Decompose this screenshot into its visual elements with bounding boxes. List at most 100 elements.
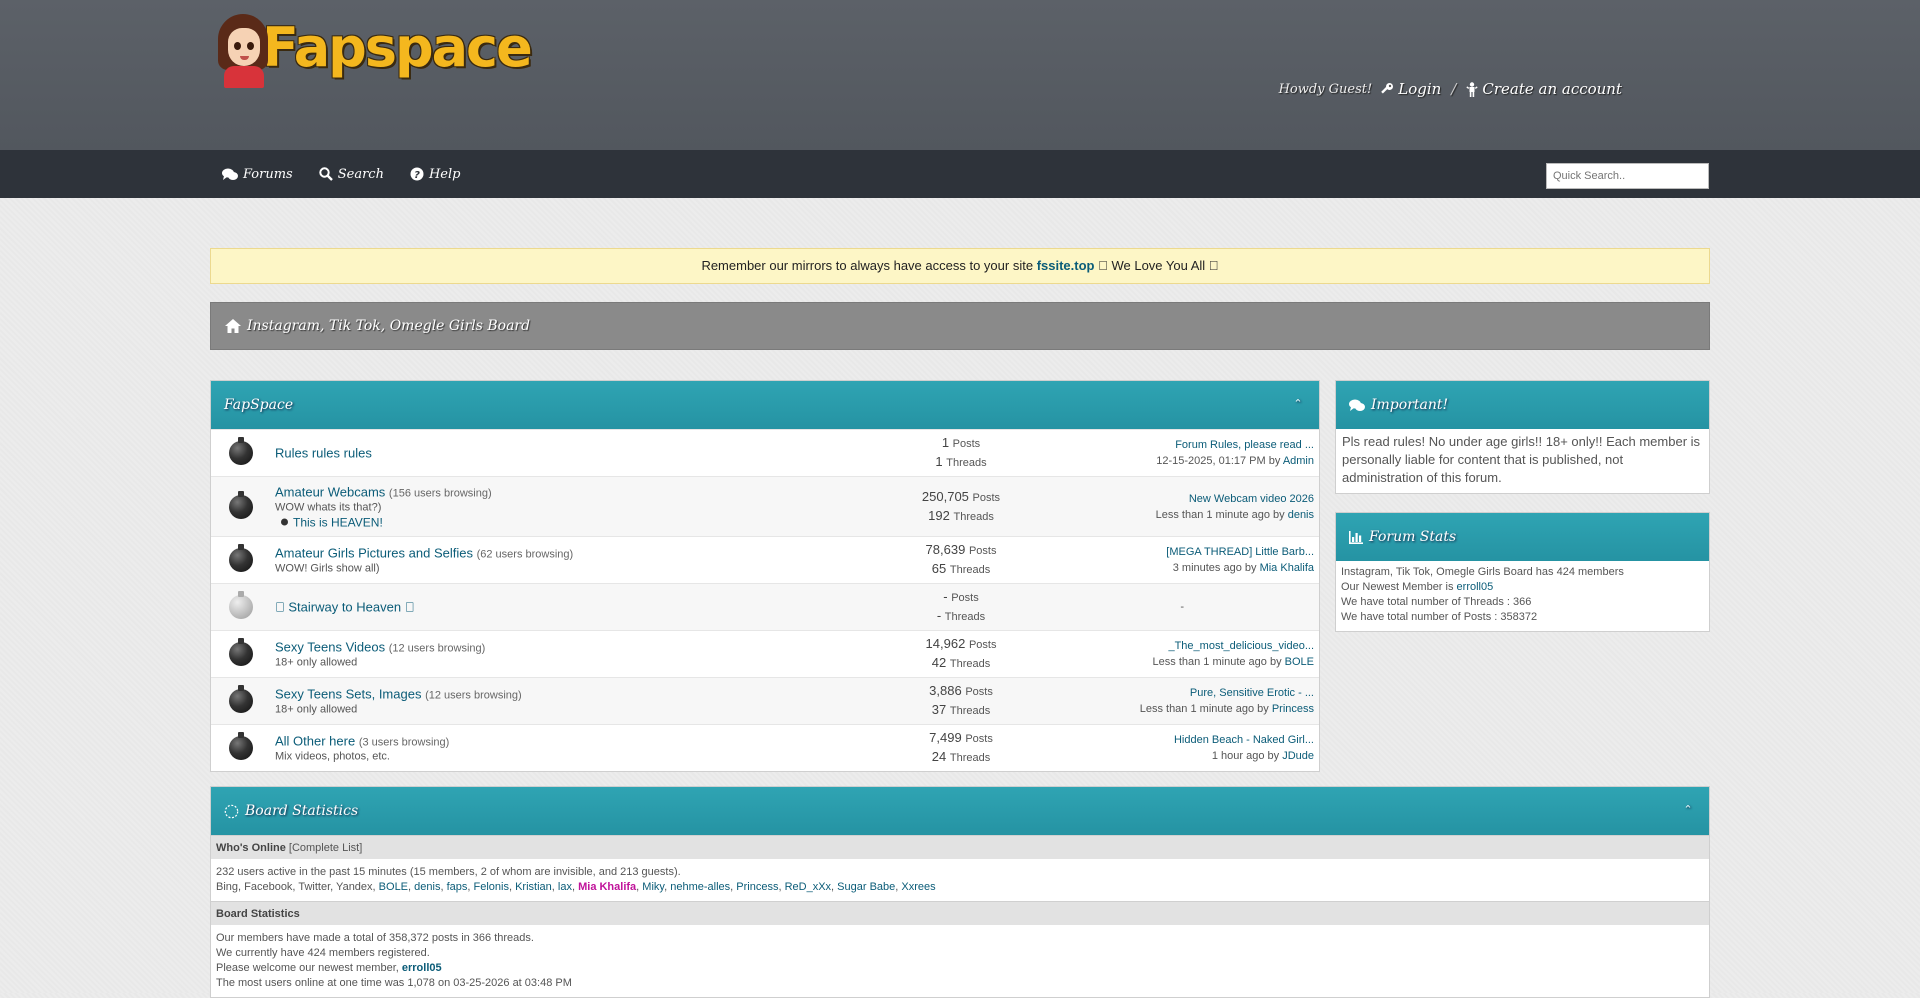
last-post-time: 1 hour ago by: [1211, 750, 1280, 762]
last-post-link[interactable]: Hidden Beach - Naked Girl...: [1174, 734, 1314, 746]
notice-mirror-link[interactable]: fssite.top: [1037, 258, 1095, 273]
subforum-link[interactable]: This is HEAVEN!: [293, 515, 383, 529]
online-user-link[interactable]: nehme-alles: [670, 881, 730, 893]
last-post: Hidden Beach - Naked Girl... 1 hour ago …: [1174, 732, 1314, 764]
posts-count: 7,499: [929, 730, 962, 745]
last-post: _The_most_delicious_video... Less than 1…: [1153, 638, 1314, 670]
last-post-time: 3 minutes ago by: [1172, 562, 1257, 574]
nav-forums[interactable]: Forums: [222, 167, 293, 182]
logo-text: Fapspace: [262, 15, 533, 79]
last-post-link[interactable]: Forum Rules, please read ...: [1175, 439, 1314, 451]
most-online-line: The most users online at one time was 1,…: [216, 977, 572, 989]
collapse-chevron-icon[interactable]: ⌃: [1291, 397, 1305, 411]
forum-title-link[interactable]: Sexy Teens Sets, Images: [275, 687, 421, 702]
spinner-icon: [224, 804, 239, 818]
breadcrumb: Instagram, Tik Tok, Omegle Girls Board: [210, 302, 1710, 350]
online-user-link[interactable]: Miky: [642, 881, 664, 893]
home-icon[interactable]: [225, 319, 241, 333]
bar-chart-icon: [1349, 530, 1363, 544]
nav-search-label: Search: [337, 166, 384, 182]
nav-help[interactable]: ? Help: [410, 167, 460, 182]
last-post-user[interactable]: BOLE: [1285, 656, 1314, 668]
forum-title-link[interactable]:   Stairway to Heaven  : [275, 600, 414, 615]
important-body: Pls read rules! No under age girls!! 18+…: [1342, 434, 1701, 485]
online-user-link[interactable]: Felonis: [474, 881, 509, 893]
online-user-link[interactable]: faps: [447, 881, 468, 893]
online-user-link[interactable]: Kristian: [515, 881, 552, 893]
forum-description: 18+ only allowed: [275, 703, 358, 716]
forum-icon: [229, 490, 253, 519]
online-user-link[interactable]: BOLE: [379, 881, 408, 893]
forum-row: Amateur Webcams (156 users browsing) WOW…: [211, 476, 1319, 536]
key-icon: [1381, 83, 1394, 94]
online-user-link[interactable]: Sugar Babe: [837, 881, 895, 893]
quick-search-input[interactable]: [1546, 163, 1709, 189]
board-statistics-body: Our members have made a total of 358,372…: [211, 925, 1709, 997]
forum-category-box: FapSpace ⌃ Rules rules rules 1 Posts 1 T…: [210, 380, 1320, 772]
subforum-item[interactable]: This is HEAVEN!: [275, 515, 492, 529]
create-account-link[interactable]: Create an account: [1466, 80, 1622, 98]
active-users-line: 232 users active in the past 15 minutes …: [216, 866, 681, 878]
stats-newest-member-link[interactable]: erroll05: [1457, 581, 1494, 593]
last-post: [MEGA THREAD] Little Barb... 3 minutes a…: [1166, 544, 1314, 576]
threads-label: Threads: [949, 705, 991, 717]
online-user-link[interactable]: Princess: [736, 881, 778, 893]
category-title[interactable]: FapSpace: [224, 397, 293, 413]
forum-stats: 14,962 Posts 42 Threads: [901, 635, 1021, 673]
last-post-user[interactable]: Princess: [1272, 703, 1314, 715]
online-user-link[interactable]: Xxrees: [901, 881, 935, 893]
members-registered-line: We currently have 424 members registered…: [216, 947, 430, 959]
last-post-time: Less than 1 minute ago by: [1152, 656, 1282, 668]
forum-stats: 78,639 Posts 65 Threads: [901, 541, 1021, 579]
important-panel: Important! Pls read rules! No under age …: [1335, 380, 1710, 494]
posts-count: 78,639: [925, 542, 966, 557]
login-link[interactable]: Login: [1380, 80, 1441, 98]
newest-member-link[interactable]: erroll05: [402, 962, 442, 974]
important-header: Important!: [1336, 381, 1709, 429]
threads-label: Threads: [944, 611, 986, 623]
last-post-user[interactable]: JDude: [1282, 750, 1314, 762]
forum-title-link[interactable]: Rules rules rules: [275, 446, 372, 461]
last-post: -: [1180, 599, 1184, 615]
last-post-user[interactable]: Admin: [1283, 455, 1314, 467]
forum-title-link[interactable]: Amateur Webcams: [275, 484, 385, 499]
nav-search[interactable]: Search: [319, 167, 384, 182]
forum-icon: [229, 544, 253, 572]
last-post-link[interactable]: New Webcam video 2026: [1189, 493, 1314, 505]
last-post-user[interactable]: Mia Khalifa: [1260, 562, 1314, 574]
mirror-notice: Remember our mirrors to always have acce…: [210, 248, 1710, 284]
last-post-link[interactable]: [MEGA THREAD] Little Barb...: [1166, 546, 1314, 558]
threads-count: 65: [931, 561, 947, 576]
online-user-link[interactable]: lax: [558, 881, 572, 893]
forum-row: Sexy Teens Videos (12 users browsing) 18…: [211, 630, 1319, 677]
last-post-user[interactable]: denis: [1288, 509, 1314, 521]
forum-description: WOW whats its that?): [275, 501, 382, 513]
stats-threads-line: We have total number of Threads : 366: [1341, 596, 1532, 608]
threads-count: 42: [931, 655, 947, 670]
forum-title-link[interactable]: Amateur Girls Pictures and Selfies: [275, 546, 473, 561]
forum-row: Amateur Girls Pictures and Selfies (62 u…: [211, 536, 1319, 583]
last-post: New Webcam video 2026 Less than 1 minute…: [1156, 491, 1314, 523]
forum-icon: [229, 437, 253, 465]
site-logo[interactable]: Fapspace: [218, 14, 533, 88]
last-post-link[interactable]: _The_most_delicious_video...: [1168, 640, 1314, 652]
forum-stats-body: Instagram, Tik Tok, Omegle Girls Board h…: [1336, 561, 1709, 631]
whos-online-subheader: Who's Online [Complete List]: [211, 835, 1709, 859]
forum-stats-header: Forum Stats: [1336, 513, 1709, 561]
complete-list-link[interactable]: [Complete List]: [289, 842, 362, 854]
forum-title-link[interactable]: Sexy Teens Videos: [275, 640, 385, 655]
forum-stats: 1 Posts 1 Threads: [901, 434, 1021, 472]
online-user-link[interactable]: Mia Khalifa: [578, 881, 636, 893]
online-user-link[interactable]: denis: [414, 881, 440, 893]
forum-row: Rules rules rules 1 Posts 1 Threads Foru…: [211, 429, 1319, 476]
users-browsing: (3 users browsing): [358, 736, 450, 749]
nav-forums-label: Forums: [243, 166, 293, 182]
posts-count: 14,962: [925, 636, 966, 651]
breadcrumb-title[interactable]: Instagram, Tik Tok, Omegle Girls Board: [247, 318, 530, 334]
forum-title-link[interactable]: All Other here: [275, 734, 355, 749]
last-post-time: Less than 1 minute ago by: [1139, 703, 1269, 715]
collapse-chevron-icon[interactable]: ⌃: [1681, 803, 1695, 817]
last-post-link[interactable]: Pure, Sensitive Erotic - ...: [1190, 687, 1314, 699]
forum-row: All Other here (3 users browsing) Mix vi…: [211, 724, 1319, 771]
online-user-link[interactable]: ReD_xXx: [785, 881, 831, 893]
